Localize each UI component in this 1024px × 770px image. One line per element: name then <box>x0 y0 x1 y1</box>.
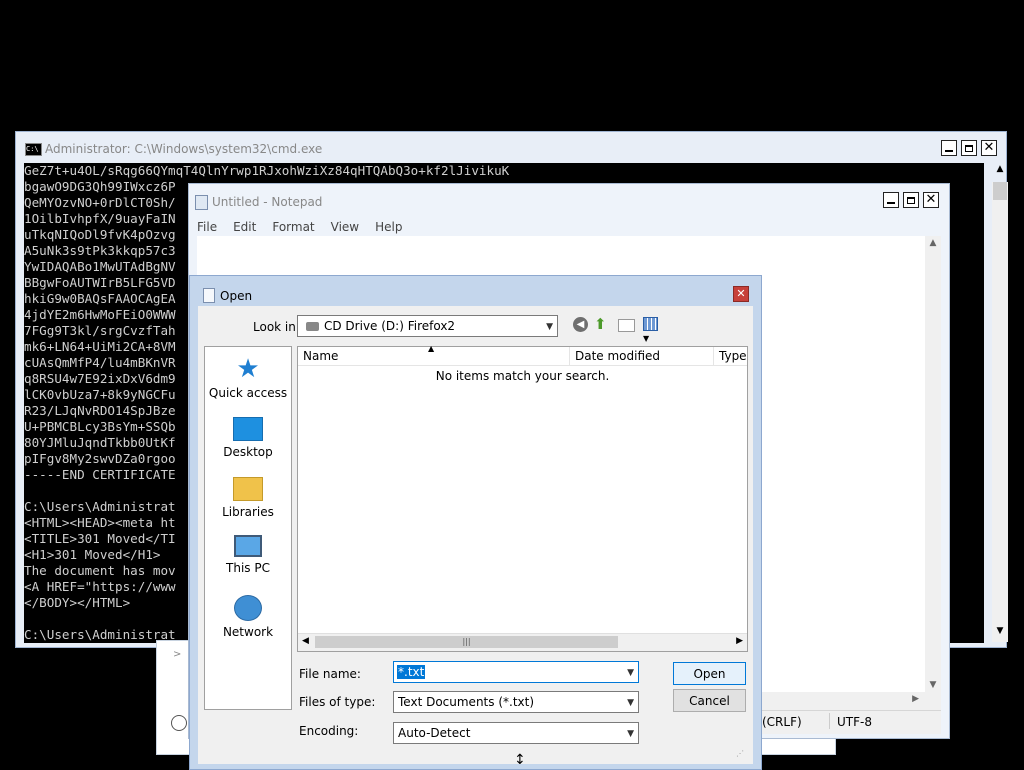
column-type[interactable]: Type <box>719 349 747 363</box>
column-divider[interactable] <box>569 347 570 365</box>
libraries-icon <box>233 477 263 501</box>
dialog-close-button[interactable]: ✕ <box>733 286 749 302</box>
menu-edit[interactable]: Edit <box>225 216 264 236</box>
desktop-icon <box>233 417 263 441</box>
star-icon: ★ <box>236 354 260 384</box>
file-list-horizontal-scrollbar[interactable]: ◀ ||| ▶ <box>298 633 747 651</box>
dialog-titlebar[interactable]: Open ✕ <box>190 276 761 306</box>
column-header-row: Name ▲ Date modified Type <box>298 344 747 366</box>
nav-libraries[interactable]: Libraries <box>203 477 293 519</box>
menu-format[interactable]: Format <box>264 216 322 236</box>
open-button[interactable]: Open <box>673 662 746 685</box>
cmd-icon: C:\ <box>25 143 42 156</box>
chevron-down-icon: ▼ <box>627 729 634 739</box>
dialog-title: Open <box>220 289 253 303</box>
minimize-button[interactable] <box>883 192 899 208</box>
collapse-arrow-icon: > <box>173 649 182 660</box>
nav-quick-access[interactable]: ★ Quick access <box>203 356 293 400</box>
encoding-value: Auto-Detect <box>398 726 471 740</box>
cd-drive-icon <box>306 321 319 331</box>
scroll-down-arrow-icon[interactable]: ▼ <box>925 680 941 690</box>
column-date-modified[interactable]: Date modified <box>575 349 660 363</box>
back-icon[interactable]: ◀ <box>573 317 588 332</box>
nav-network-label: Network <box>222 625 274 639</box>
up-folder-icon[interactable]: ⬆ <box>594 316 610 332</box>
file-name-label: File name: <box>299 667 361 681</box>
scroll-right-arrow-icon[interactable]: ▶ <box>736 636 743 646</box>
scroll-right-arrow-icon[interactable]: ▶ <box>912 694 919 704</box>
line-ending-status: (CRLF) <box>762 715 802 729</box>
cmd-vertical-scrollbar[interactable]: ▲ ▼ <box>992 164 1008 642</box>
encoding-label: Encoding: <box>299 724 359 738</box>
cancel-button[interactable]: Cancel <box>673 689 746 712</box>
menu-file[interactable]: File <box>189 216 225 236</box>
circle-icon <box>171 715 187 731</box>
scroll-up-arrow-icon[interactable]: ▲ <box>992 164 1008 178</box>
scroll-thumb[interactable]: ||| <box>315 636 618 648</box>
empty-message: No items match your search. <box>435 369 610 383</box>
look-in-value: CD Drive (D:) Firefox2 <box>324 319 456 333</box>
mouse-cursor-icon: ↕ <box>514 752 526 768</box>
scroll-left-arrow-icon[interactable]: ◀ <box>302 636 309 646</box>
menu-view[interactable]: View <box>323 216 367 236</box>
nav-quick-access-label: Quick access <box>208 386 288 400</box>
cmd-title: Administrator: C:\Windows\system32\cmd.e… <box>45 142 323 156</box>
minimize-button[interactable] <box>941 140 957 156</box>
navigation-pane: ★ Quick access Desktop Libraries This PC… <box>204 346 292 710</box>
scroll-thumb[interactable] <box>993 182 1007 200</box>
close-button[interactable]: ✕ <box>981 140 997 156</box>
computer-icon <box>234 535 262 557</box>
notepad-icon <box>195 195 208 210</box>
menu-help[interactable]: Help <box>367 216 410 236</box>
chevron-down-icon: ▼ <box>546 322 553 332</box>
chevron-down-icon: ▼ <box>627 698 634 708</box>
close-button[interactable]: ✕ <box>923 192 939 208</box>
nav-this-pc[interactable]: This PC <box>203 535 293 575</box>
file-name-input[interactable]: *.txt ▼ <box>393 661 639 683</box>
console-line: GeZ7t+u4OL/sRqg66QYmqT4QlnYrwp1RJxohWziX… <box>24 163 510 178</box>
encoding-dropdown[interactable]: Auto-Detect ▼ <box>393 722 639 744</box>
cmd-titlebar[interactable]: C:\ Administrator: C:\Windows\system32\c… <box>16 132 1006 162</box>
chevron-down-icon[interactable]: ▼ <box>627 668 634 678</box>
status-divider <box>829 713 830 729</box>
file-list[interactable]: Name ▲ Date modified Type No items match… <box>297 344 748 652</box>
look-in-dropdown[interactable]: CD Drive (D:) Firefox2 ▼ <box>297 315 558 337</box>
notepad-title: Untitled - Notepad <box>212 195 323 209</box>
view-menu-icon[interactable]: ▼ <box>643 317 667 343</box>
maximize-button[interactable] <box>903 192 919 208</box>
column-divider[interactable] <box>713 347 714 365</box>
menu-bar: File Edit Format View Help <box>189 216 949 236</box>
maximize-button[interactable] <box>961 140 977 156</box>
encoding-status: UTF-8 <box>837 715 872 729</box>
nav-network[interactable]: Network <box>203 595 293 639</box>
nav-libraries-label: Libraries <box>222 505 274 519</box>
column-name[interactable]: Name <box>303 349 338 363</box>
file-name-value: *.txt <box>397 665 426 679</box>
nav-desktop-label: Desktop <box>223 445 273 459</box>
notepad-vertical-scrollbar[interactable]: ▲ ▼ <box>925 236 941 692</box>
network-icon <box>234 595 262 621</box>
nav-this-pc-label: This PC <box>226 561 270 575</box>
resize-grip-icon[interactable]: ⋰ <box>736 749 744 758</box>
files-of-type-value: Text Documents (*.txt) <box>398 695 535 709</box>
open-dialog[interactable]: Open ✕ Look in: CD Drive (D:) Firefox2 ▼… <box>189 275 762 770</box>
dialog-body: Look in: CD Drive (D:) Firefox2 ▼ ◀ ⬆ ▼ … <box>198 306 753 764</box>
nav-desktop[interactable]: Desktop <box>203 417 293 459</box>
files-of-type-label: Files of type: <box>299 695 376 709</box>
sort-ascending-icon: ▲ <box>428 344 435 353</box>
files-of-type-dropdown[interactable]: Text Documents (*.txt) ▼ <box>393 691 639 713</box>
look-in-label: Look in: <box>253 320 300 334</box>
new-folder-icon[interactable] <box>618 319 635 332</box>
dialog-icon <box>203 288 215 303</box>
scroll-down-arrow-icon[interactable]: ▼ <box>992 626 1008 640</box>
scroll-up-arrow-icon[interactable]: ▲ <box>925 236 941 248</box>
notepad-titlebar[interactable]: Untitled - Notepad <box>189 184 949 214</box>
